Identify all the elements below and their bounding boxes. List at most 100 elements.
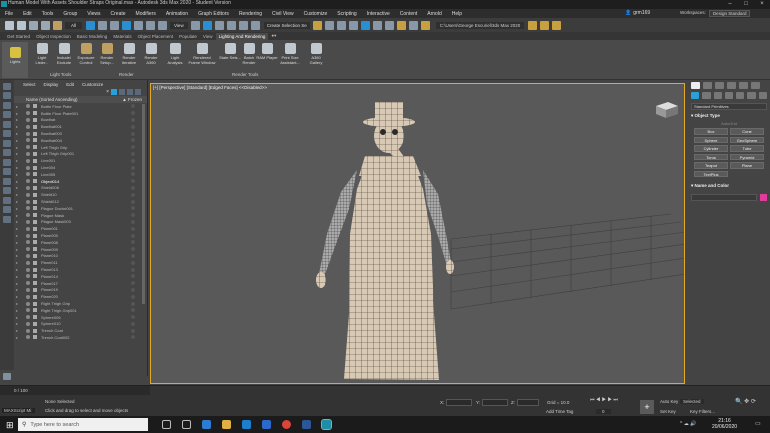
list-item[interactable]: ▸ Bowlhat001 (14, 123, 147, 130)
render-a360-button[interactable]: Render A360 (140, 42, 162, 65)
visibility-icon[interactable] (26, 179, 30, 184)
expand-arrow-icon[interactable]: ▸ (16, 213, 20, 218)
menu-file[interactable]: File (0, 11, 18, 17)
lights-category-icon[interactable] (713, 92, 722, 99)
visibility-icon[interactable] (26, 185, 30, 190)
light-lister-button[interactable]: Light Lister... (31, 42, 53, 65)
frozen-toggle-icon[interactable] (131, 335, 135, 340)
expand-arrow-icon[interactable]: ▸ (16, 308, 20, 313)
menu-customize[interactable]: Customize (299, 11, 333, 17)
list-item[interactable]: ▸ Right Thigh Grip001 (14, 307, 147, 314)
tab-basic-modeling[interactable]: Basic Modeling (74, 33, 111, 40)
list-item[interactable]: ▸ Plague Doctor001 (14, 205, 147, 212)
maxscript-listener[interactable]: MAXScript Mi: (2, 408, 35, 413)
expand-arrow-icon[interactable]: ▸ (16, 172, 20, 177)
ribbon-options-icon[interactable]: ●▾ (268, 32, 279, 40)
frozen-toggle-icon[interactable] (131, 165, 135, 170)
render-iterative-button[interactable]: Render Iterative (118, 42, 140, 65)
visibility-icon[interactable] (26, 199, 30, 204)
list-item[interactable]: ▸ Plane017 (14, 280, 147, 287)
utilities-tab-icon[interactable] (751, 82, 760, 89)
tab-view[interactable]: View (200, 33, 216, 40)
open-folder-icon[interactable] (540, 20, 550, 30)
redo-icon[interactable] (16, 20, 26, 30)
frozen-toggle-icon[interactable] (131, 321, 135, 326)
expand-arrow-icon[interactable]: ▸ (16, 321, 20, 326)
a360-gallery-button[interactable]: A360 Gallery (305, 42, 327, 65)
list-item[interactable]: ▸ Bottle Floor Plate (14, 103, 147, 110)
expand-arrow-icon[interactable]: ▸ (16, 219, 20, 224)
selection-filter[interactable]: All (65, 21, 83, 29)
lights-button[interactable]: Lights (2, 42, 28, 78)
scene-menu-display[interactable]: Display (44, 82, 59, 87)
task-view-icon[interactable] (182, 420, 191, 429)
sort-icon[interactable] (127, 89, 133, 95)
chrome-icon[interactable] (282, 420, 291, 429)
save-folder-icon[interactable] (552, 20, 562, 30)
visibility-icon[interactable] (26, 287, 30, 292)
visibility-icon[interactable] (26, 253, 30, 258)
visibility-icon[interactable] (26, 131, 30, 136)
frozen-toggle-icon[interactable] (131, 172, 135, 177)
xrefs-filter-icon[interactable] (3, 177, 11, 185)
list-item[interactable]: ▸ Plane014 (14, 273, 147, 280)
key-filters-button[interactable]: Key Filters... (690, 409, 715, 414)
hidden-filter-icon[interactable] (3, 215, 11, 223)
visibility-icon[interactable] (26, 294, 30, 299)
list-item[interactable]: ▸ Plane011 (14, 259, 147, 266)
close-button[interactable]: × (754, 0, 770, 9)
expand-arrow-icon[interactable]: ▸ (16, 253, 20, 258)
expand-arrow-icon[interactable]: ▸ (16, 206, 20, 211)
list-item[interactable]: ▸ Shield008 (14, 185, 147, 192)
tab-materials[interactable]: Materials (110, 33, 134, 40)
rectangle-selection-icon[interactable] (109, 20, 119, 30)
3ds-max-taskbar-icon[interactable] (321, 419, 332, 430)
word-icon[interactable] (302, 420, 311, 429)
frozen-toggle-icon[interactable] (131, 287, 135, 292)
list-item[interactable]: ▸ Left Thigh Grip (14, 144, 147, 151)
tab-get-started[interactable]: Get Started (4, 33, 33, 40)
frozen-toggle-icon[interactable] (131, 267, 135, 272)
move-icon[interactable] (121, 20, 131, 30)
render-setup-icon[interactable] (397, 20, 407, 30)
frozen-toggle-icon[interactable] (131, 233, 135, 238)
expand-arrow-icon[interactable]: ▸ (16, 233, 20, 238)
link-icon[interactable] (28, 20, 38, 30)
tab-lighting-and-rendering[interactable]: Lighting And Rendering (215, 32, 269, 40)
expand-arrow-icon[interactable]: ▸ (16, 281, 20, 286)
clock[interactable]: 21:16 20/06/2020 (712, 418, 737, 430)
helpers-filter-icon[interactable] (3, 149, 11, 156)
frozen-toggle-icon[interactable] (131, 117, 135, 122)
frozen-toggle-icon[interactable] (131, 274, 135, 279)
cortana-icon[interactable] (162, 420, 171, 429)
list-item[interactable]: ▸ Plane008 (14, 239, 147, 246)
ram-player-button[interactable]: RAM Player (256, 42, 278, 60)
textplus-button[interactable]: TextPlus (694, 170, 728, 177)
expand-arrow-icon[interactable]: ▸ (16, 294, 20, 299)
object-color-swatch[interactable] (760, 193, 767, 201)
containers-filter-icon[interactable] (3, 196, 11, 204)
frozen-toggle-icon[interactable] (131, 328, 135, 333)
space-warps-icon[interactable] (747, 92, 756, 99)
rendered-frame-window-button[interactable]: Rendered Frame Window (187, 42, 217, 65)
scene-explorer-toggle-icon[interactable] (349, 20, 359, 30)
frozen-toggle-icon[interactable] (131, 294, 135, 299)
menu-interactive[interactable]: Interactive (362, 11, 395, 17)
list-item[interactable]: ▸ Left Thigh Grip001 (14, 151, 147, 158)
list-item[interactable]: ▸ Trench Coat002 (14, 334, 147, 341)
geometry-filter-icon[interactable] (3, 111, 11, 118)
visibility-icon[interactable] (26, 321, 30, 326)
expand-arrow-icon[interactable]: ▸ (16, 267, 20, 272)
bones-filter-icon[interactable] (3, 187, 11, 194)
schematic-view-icon[interactable] (373, 20, 383, 30)
reference-coordinate-dropdown[interactable]: View (170, 21, 188, 29)
expand-arrow-icon[interactable]: ▸ (16, 151, 20, 156)
visibility-icon[interactable] (26, 151, 30, 156)
minimize-button[interactable]: – (722, 0, 738, 9)
frozen-toggle-icon[interactable] (131, 104, 135, 109)
name-and-color-rollout[interactable]: ▾ Name and Color (691, 183, 767, 189)
maximize-button[interactable]: □ (738, 0, 754, 9)
expand-arrow-icon[interactable]: ▸ (16, 104, 20, 109)
pyramid-button[interactable]: Pyramid (730, 153, 764, 160)
frozen-toggle-icon[interactable] (131, 185, 135, 190)
